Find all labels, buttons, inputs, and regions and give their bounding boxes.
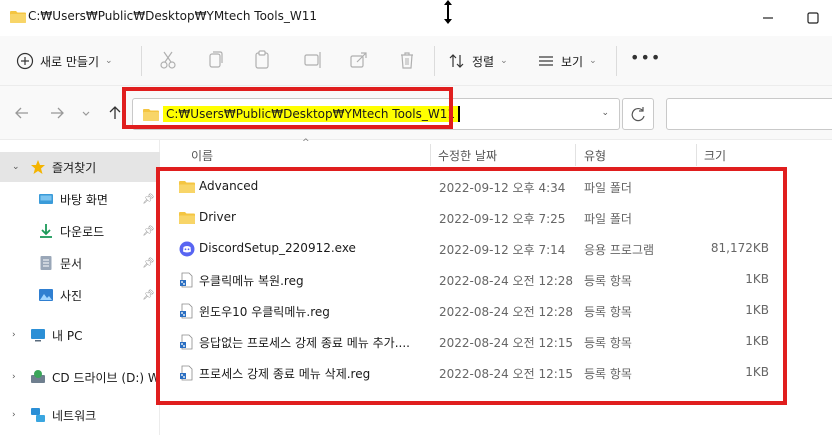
sidebar-item-label: 즐겨찾기 xyxy=(52,160,97,175)
navigation-pane: ⌄ 즐겨찾기 바탕 화면 📌︎ 다운로드 📌︎ 문서 📌︎ 사진 📌︎ › 내 … xyxy=(0,140,160,435)
annotation-box xyxy=(156,167,787,405)
annotation-box xyxy=(122,87,453,129)
more-options-button[interactable]: ••• xyxy=(630,48,661,67)
column-header-type[interactable]: 유형 xyxy=(584,147,606,169)
sidebar-item-desktop[interactable]: 바탕 화면 📌︎ xyxy=(0,184,160,214)
column-header-size[interactable]: 크기 xyxy=(704,147,726,169)
sidebar-item-network[interactable]: › 네트워크 xyxy=(0,400,160,430)
command-toolbar: 새로 만들기 ⌄ 정렬 ⌄ 보기 ⌄ ••• xyxy=(0,36,832,86)
search-input[interactable] xyxy=(666,98,832,130)
sidebar-item-downloads[interactable]: 다운로드 📌︎ xyxy=(0,216,160,246)
column-divider[interactable] xyxy=(575,144,576,166)
expand-chevron-icon[interactable]: › xyxy=(12,372,16,382)
sidebar-item-label: 내 PC xyxy=(52,328,83,343)
sort-icon xyxy=(449,54,464,68)
sidebar-item-label: 네트워크 xyxy=(52,408,97,423)
sidebar-item-label: 다운로드 xyxy=(60,224,105,239)
forward-arrow-icon[interactable] xyxy=(48,104,66,122)
sidebar-item-label: 바탕 화면 xyxy=(60,192,108,207)
pin-icon[interactable]: 📌︎ xyxy=(142,258,155,269)
sidebar-item-pictures[interactable]: 사진 📌︎ xyxy=(0,280,160,310)
cd-drive-icon xyxy=(31,370,45,383)
refresh-icon xyxy=(631,107,645,122)
column-header-name[interactable]: 이름 xyxy=(191,147,213,169)
delete-icon[interactable] xyxy=(396,49,418,71)
sort-button-label: 정렬 xyxy=(472,54,495,69)
rename-icon[interactable] xyxy=(302,49,324,71)
view-button-label: 보기 xyxy=(561,54,584,69)
pin-icon[interactable]: 📌︎ xyxy=(142,226,155,237)
sidebar-item-label: CD 드라이브 (D:) W xyxy=(52,370,160,385)
share-icon[interactable] xyxy=(348,49,370,71)
maximize-icon[interactable] xyxy=(803,8,823,28)
toolbar-divider xyxy=(141,46,142,76)
sidebar-item-this-pc[interactable]: › 내 PC xyxy=(0,320,160,350)
cut-icon[interactable] xyxy=(157,49,179,71)
new-button-label: 새로 만들기 xyxy=(40,54,100,69)
view-list-icon xyxy=(539,56,553,66)
recent-chevron-icon[interactable] xyxy=(80,104,92,122)
sidebar-item-favorites[interactable]: ⌄ 즐겨찾기 xyxy=(0,152,160,182)
sort-ascending-icon: ^ xyxy=(302,138,310,148)
sidebar-item-cd-drive[interactable]: › CD 드라이브 (D:) W xyxy=(0,362,160,392)
network-icon xyxy=(31,408,45,422)
resize-cursor-icon xyxy=(444,0,452,24)
view-button[interactable]: 보기 ⌄ xyxy=(537,48,597,74)
pc-icon xyxy=(31,329,45,342)
star-icon xyxy=(31,160,45,174)
pin-icon[interactable]: 📌︎ xyxy=(142,290,155,301)
new-button[interactable]: 새로 만들기 ⌄ xyxy=(16,48,113,74)
plus-circle-icon xyxy=(16,52,34,70)
expand-chevron-icon[interactable]: › xyxy=(12,410,16,420)
pin-icon[interactable]: 📌︎ xyxy=(142,194,155,205)
folder-icon xyxy=(10,11,26,23)
sort-button[interactable]: 정렬 ⌄ xyxy=(448,48,508,74)
column-divider[interactable] xyxy=(430,144,431,166)
minimize-icon[interactable] xyxy=(758,8,778,28)
toolbar-divider xyxy=(616,46,617,76)
download-icon xyxy=(40,224,52,238)
document-icon xyxy=(40,256,52,270)
column-header-date[interactable]: 수정한 날짜 xyxy=(438,147,497,169)
toolbar-divider xyxy=(434,46,435,76)
sidebar-item-label: 사진 xyxy=(60,288,83,303)
back-arrow-icon[interactable] xyxy=(13,104,31,122)
sidebar-item-label: 문서 xyxy=(60,256,83,271)
chevron-down-icon: ⌄ xyxy=(500,56,508,66)
sidebar-item-documents[interactable]: 문서 📌︎ xyxy=(0,248,160,278)
paste-icon[interactable] xyxy=(251,49,273,71)
chevron-down-icon: ⌄ xyxy=(105,56,113,66)
expand-chevron-icon[interactable]: ⌄ xyxy=(12,162,20,172)
pictures-icon xyxy=(39,289,53,301)
chevron-down-icon: ⌄ xyxy=(589,56,597,66)
copy-icon[interactable] xyxy=(204,49,226,71)
desktop-icon xyxy=(39,194,53,204)
title-bar: C:₩Users₩Public₩Desktop₩YMtech Tools_W11 xyxy=(0,0,832,36)
expand-chevron-icon[interactable]: › xyxy=(12,330,16,340)
refresh-button[interactable] xyxy=(622,98,654,130)
column-divider[interactable] xyxy=(696,144,697,166)
chevron-down-icon[interactable]: ⌄ xyxy=(601,108,609,118)
window-title: C:₩Users₩Public₩Desktop₩YMtech Tools_W11 xyxy=(28,9,317,23)
